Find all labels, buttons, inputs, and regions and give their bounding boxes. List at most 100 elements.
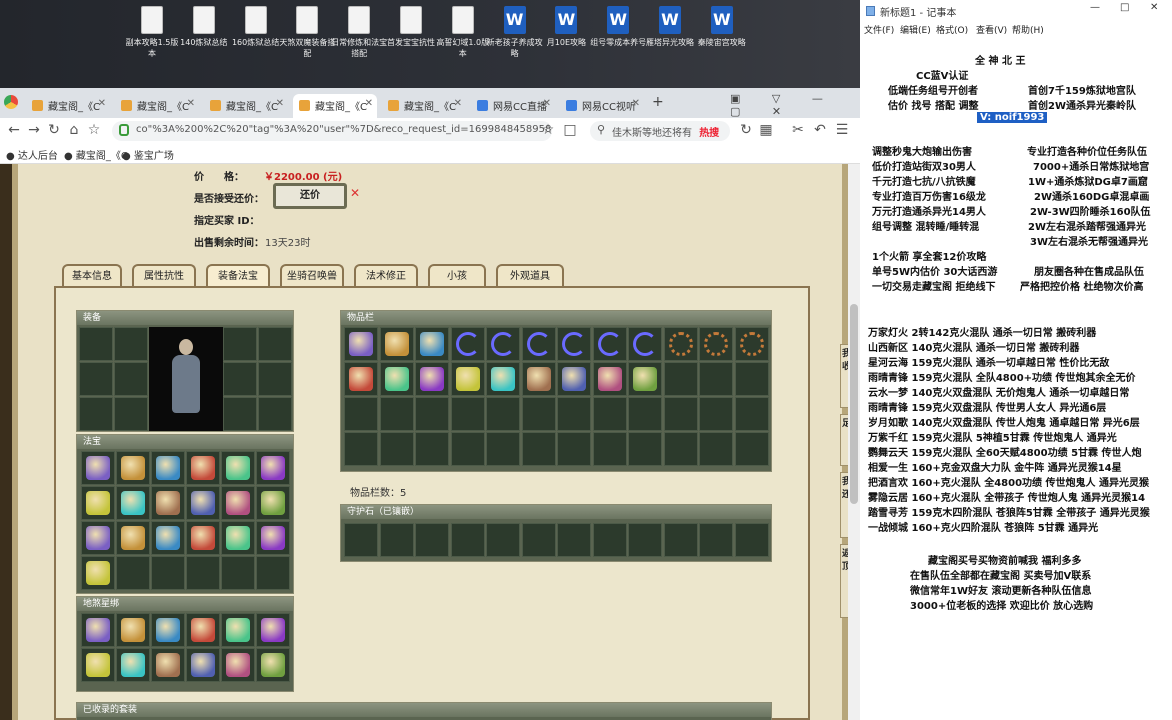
- dizhe-slot[interactable]: [116, 613, 150, 647]
- bookmark-item[interactable]: ● 达人后台: [6, 147, 58, 162]
- guard-stone-slot[interactable]: [486, 523, 520, 557]
- inventory-slot[interactable]: [379, 432, 414, 466]
- fabao-slot[interactable]: [151, 556, 185, 590]
- inventory-slot[interactable]: [379, 362, 414, 396]
- inventory-slot[interactable]: [486, 327, 520, 361]
- address-bar[interactable]: co"%3A%200%2C%20"tag"%3A%20"user"%7D&rec…: [112, 121, 552, 141]
- inventory-slot[interactable]: [521, 397, 556, 431]
- fabao-slot[interactable]: [186, 521, 220, 555]
- desktop-icon[interactable]: W 雁塔异光攻略: [641, 6, 699, 48]
- desktop-icon[interactable]: W 月10E攻略: [537, 6, 595, 48]
- tab-close-icon[interactable]: ✕: [98, 98, 106, 109]
- refresh-icon[interactable]: ↻: [738, 122, 754, 138]
- tab-close-icon[interactable]: ✕: [454, 98, 462, 109]
- star-icon[interactable]: ☆: [86, 122, 102, 138]
- dizhe-slot[interactable]: [116, 648, 150, 682]
- dizhe-slot[interactable]: [256, 648, 290, 682]
- desktop-icon[interactable]: 天煞双魔装备搭配: [278, 6, 336, 59]
- scroll-thumb[interactable]: [850, 304, 858, 504]
- fabao-slot[interactable]: [221, 556, 255, 590]
- inventory-slot[interactable]: [628, 327, 662, 361]
- new-tab-icon[interactable]: +: [652, 94, 664, 110]
- fabao-slot[interactable]: [81, 451, 115, 485]
- desktop-icon[interactable]: W 秦陵宙宫攻略: [693, 6, 751, 48]
- inventory-slot[interactable]: [663, 397, 698, 431]
- inventory-slot[interactable]: [699, 362, 733, 396]
- desktop-icon[interactable]: W 组号零成本养号: [589, 6, 647, 48]
- tab-1[interactable]: 属性抗性: [132, 264, 196, 288]
- inventory-slot[interactable]: [379, 327, 414, 361]
- desktop-icon[interactable]: 日常修炼和法宝搭配: [330, 6, 388, 59]
- dizhe-slot[interactable]: [151, 648, 185, 682]
- inventory-slot[interactable]: [521, 432, 556, 466]
- inventory-slot[interactable]: [521, 327, 556, 361]
- inventory-slot[interactable]: [521, 362, 556, 396]
- counter-offer-button[interactable]: 还价: [273, 183, 347, 209]
- inventory-slot[interactable]: [663, 327, 698, 361]
- fabao-slot[interactable]: [256, 451, 290, 485]
- guard-stone-slot[interactable]: [415, 523, 449, 557]
- tab-6[interactable]: 外观道具: [496, 264, 564, 288]
- dizhe-slot[interactable]: [151, 613, 185, 647]
- undo-icon[interactable]: ↶: [812, 122, 828, 138]
- back-icon[interactable]: ←: [6, 122, 22, 138]
- home-icon[interactable]: ⌂: [66, 122, 82, 138]
- inventory-slot[interactable]: [486, 397, 520, 431]
- inventory-slot[interactable]: [734, 362, 769, 396]
- tab-5[interactable]: 小孩: [428, 264, 486, 288]
- notepad-menu-item[interactable]: 文件(F): [864, 23, 894, 36]
- bookmark-item[interactable]: ● 鉴宝广场: [122, 147, 174, 162]
- extension-icon[interactable]: □: [562, 122, 578, 138]
- close-window-icon[interactable]: ✕: [1150, 2, 1158, 13]
- notepad-menu-item[interactable]: 查看(V): [976, 23, 1007, 36]
- guard-stone-slot[interactable]: [450, 523, 485, 557]
- inventory-slot[interactable]: [628, 397, 662, 431]
- inventory-slot[interactable]: [415, 432, 449, 466]
- inventory-slot[interactable]: [699, 432, 733, 466]
- apps-icon[interactable]: ▦: [758, 122, 774, 138]
- fabao-slot[interactable]: [81, 521, 115, 555]
- inventory-slot[interactable]: [486, 362, 520, 396]
- equipment-slot[interactable]: [79, 362, 113, 396]
- inventory-slot[interactable]: [734, 397, 769, 431]
- guard-stone-slot[interactable]: [734, 523, 769, 557]
- dizhe-slot[interactable]: [186, 648, 220, 682]
- fabao-slot[interactable]: [81, 486, 115, 520]
- tab-4[interactable]: 法术修正: [354, 264, 418, 288]
- fabao-slot[interactable]: [151, 451, 185, 485]
- fabao-slot[interactable]: [116, 451, 150, 485]
- search-box[interactable]: ⚲ 佳木斯等地还将有 热搜: [590, 121, 730, 141]
- inventory-slot[interactable]: [592, 432, 627, 466]
- guard-stone-slot[interactable]: [628, 523, 662, 557]
- minimize-icon[interactable]: —: [1090, 2, 1100, 13]
- dizhe-slot[interactable]: [256, 613, 290, 647]
- notepad-menu-item[interactable]: 编辑(E): [900, 23, 931, 36]
- inventory-slot[interactable]: [592, 362, 627, 396]
- fabao-slot[interactable]: [151, 486, 185, 520]
- guard-stone-slot[interactable]: [521, 523, 556, 557]
- tab-close-icon[interactable]: ✕: [632, 98, 640, 109]
- inventory-slot[interactable]: [628, 362, 662, 396]
- page-scrollbar[interactable]: [848, 164, 860, 720]
- tab-close-icon[interactable]: ✕: [276, 98, 284, 109]
- guard-stone-slot[interactable]: [379, 523, 414, 557]
- inventory-slot[interactable]: [415, 327, 449, 361]
- inventory-slot[interactable]: [699, 327, 733, 361]
- inventory-slot[interactable]: [415, 397, 449, 431]
- tab-close-icon[interactable]: ✕: [365, 98, 373, 109]
- desktop-icon[interactable]: 140炼狱总结: [175, 6, 233, 48]
- fabao-slot[interactable]: [256, 556, 290, 590]
- browser-tab[interactable]: 网易CC视听 ✕: [560, 94, 644, 118]
- equipment-slot[interactable]: [258, 327, 292, 361]
- inventory-slot[interactable]: [344, 362, 378, 396]
- inventory-slot[interactable]: [450, 432, 485, 466]
- equipment-slot[interactable]: [258, 362, 292, 396]
- inventory-slot[interactable]: [486, 432, 520, 466]
- equipment-slot[interactable]: [223, 362, 257, 396]
- desktop-icon[interactable]: 副本攻略1.5版本: [123, 6, 181, 59]
- fabao-slot[interactable]: [221, 521, 255, 555]
- inventory-slot[interactable]: [415, 362, 449, 396]
- fabao-slot[interactable]: [186, 451, 220, 485]
- inventory-slot[interactable]: [592, 327, 627, 361]
- guard-stone-slot[interactable]: [592, 523, 627, 557]
